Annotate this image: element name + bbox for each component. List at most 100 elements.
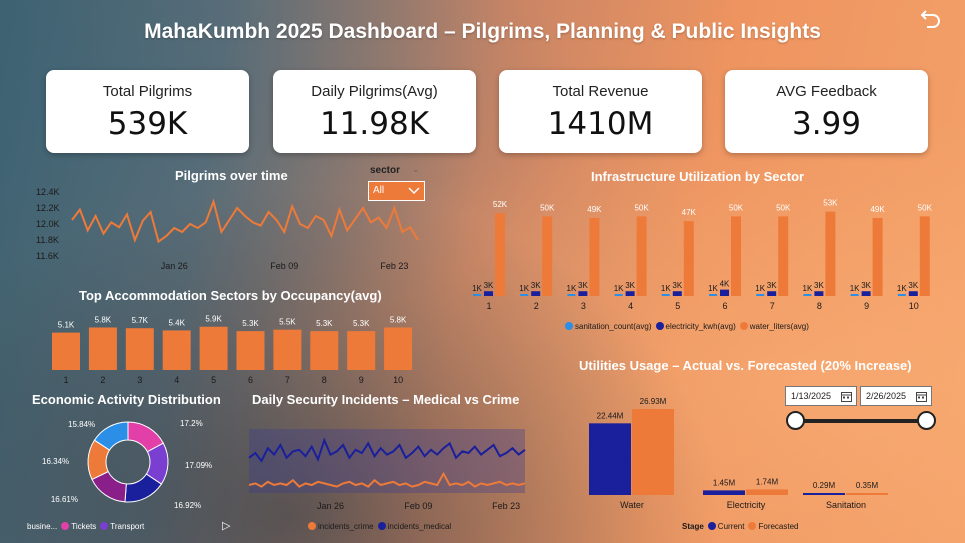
chart-title-utilities: Utilities Usage – Actual vs. Forecasted … — [579, 358, 912, 373]
sector-slicer-dropdown[interactable]: All — [368, 181, 425, 201]
infra-bar — [672, 291, 682, 296]
x-tick-label: Feb 09 — [404, 501, 432, 511]
accommodation-bar — [236, 331, 265, 370]
economic-legend: busine... Tickets Transport — [27, 522, 144, 531]
infra-bar — [567, 294, 576, 296]
infra-bar — [589, 217, 600, 296]
legend-label: incidents_crime — [318, 522, 374, 531]
play-icon[interactable]: ▷ — [222, 519, 230, 532]
bar-data-label: 4K — [720, 280, 730, 289]
bar-data-label: 5.3K — [316, 319, 333, 328]
legend-item[interactable]: Transport — [100, 522, 144, 531]
x-tick-label: 2 — [534, 301, 539, 311]
utilities-bar — [632, 409, 674, 495]
x-tick-label: Feb 09 — [270, 261, 298, 271]
infra-bar — [709, 294, 717, 296]
bar-data-label: 3K — [484, 281, 494, 290]
bar-data-label: 49K — [870, 205, 885, 214]
infra-bar — [495, 213, 505, 296]
bar-data-label: 5.5K — [279, 318, 296, 327]
legend-label: Forecasted — [758, 522, 799, 531]
kpi-label: Daily Pilgrims(Avg) — [311, 83, 438, 100]
bar-data-label: 3K — [814, 281, 824, 290]
infra-bar — [625, 291, 635, 296]
x-tick-label: 8 — [322, 375, 327, 385]
bar-data-label: 3K — [767, 281, 777, 290]
legend-label: electricity_kwh(avg) — [665, 322, 736, 331]
pilgrims-series-line — [71, 198, 419, 244]
utilities-bar — [703, 490, 745, 495]
x-tick-label: Electricity — [727, 500, 766, 510]
kpi-card-avg-feedback: AVG Feedback 3.99 — [725, 70, 928, 153]
legend-label: Current — [717, 522, 745, 531]
infra-bar — [720, 289, 729, 296]
start-date-value: 1/13/2025 — [791, 391, 832, 401]
x-tick-label: Sanitation — [826, 500, 866, 510]
bar-data-label: 3K — [578, 281, 588, 290]
bar-data-label: 5.7K — [132, 316, 149, 325]
kpi-label: Total Pilgrims — [102, 83, 193, 100]
slice-data-label: 17.2% — [180, 419, 203, 428]
bar-data-label: 47K — [682, 208, 697, 217]
utilities-bar — [589, 423, 631, 495]
bar-data-label: 50K — [729, 203, 744, 212]
x-tick-label: 1 — [486, 301, 491, 311]
x-tick-label: 6 — [722, 301, 727, 311]
bar-data-label: 1K — [850, 284, 860, 293]
calendar-icon[interactable] — [916, 391, 927, 402]
accommodation-occupancy-chart: 5.1K 1 5.8K 2 5.7K 3 5.4K 4 5.9K 5 5.3K 6 5.5K 7 5.3K 8… — [52, 315, 413, 385]
bar-data-label: 3K — [861, 281, 871, 290]
legend-item[interactable]: electricity_kwh(avg) — [655, 322, 736, 331]
kpi-card-total-revenue: Total Revenue 1410M — [499, 70, 702, 153]
chart-title-infrastructure: Infrastructure Utilization by Sector — [591, 169, 805, 184]
kpi-label: Total Revenue — [552, 83, 649, 100]
sector-slicer-label: sector — [370, 165, 401, 176]
accommodation-bar — [384, 327, 413, 370]
x-tick-label: 10 — [393, 375, 403, 385]
legend-item[interactable]: Tickets — [61, 522, 96, 531]
infra-bar — [731, 216, 741, 296]
infra-bar — [908, 291, 918, 296]
utilities-bar — [746, 489, 788, 495]
legend-item[interactable]: Forecasted — [748, 522, 799, 531]
bar-data-label: 52K — [493, 200, 508, 209]
infra-bar — [542, 216, 553, 296]
legend-item[interactable]: incidents_crime — [308, 522, 374, 531]
x-tick-label: 5 — [675, 301, 680, 311]
date-range-slider-track[interactable] — [796, 419, 926, 423]
legend-item[interactable]: water_liters(avg) — [739, 322, 809, 331]
bar-data-label: 1K — [755, 284, 765, 293]
bar-data-label: 1K — [661, 284, 671, 293]
infra-bar — [636, 216, 647, 296]
infra-bar — [778, 216, 789, 296]
legend-label: water_liters(avg) — [749, 322, 809, 331]
legend-item[interactable]: sanitation_count(avg) — [565, 322, 652, 331]
kpi-label: AVG Feedback — [776, 83, 877, 100]
legend-item[interactable]: incidents_medical — [377, 522, 452, 531]
bar-data-label: 1.45M — [713, 478, 736, 487]
calendar-icon[interactable] — [841, 391, 852, 402]
bar-data-label: 22.44M — [597, 411, 624, 420]
legend-label: sanitation_count(avg) — [575, 322, 652, 331]
bar-data-label: 3K — [908, 281, 918, 290]
bar-data-label: 1K — [897, 284, 907, 293]
legend-label: incidents_medical — [387, 522, 452, 531]
slice-data-label: 16.34% — [42, 457, 69, 466]
infra-legend: sanitation_count(avg) electricity_kwh(av… — [565, 322, 809, 331]
utilities-bar — [803, 493, 845, 495]
legend-item[interactable]: Current — [707, 522, 745, 531]
accommodation-bar — [52, 332, 80, 370]
bar-data-label: 3K — [625, 281, 635, 290]
back-arrow-icon[interactable] — [919, 6, 943, 30]
infra-bar — [661, 294, 670, 296]
accommodation-bar — [125, 328, 154, 370]
bar-data-label: 50K — [540, 203, 555, 212]
x-tick-label: 5 — [211, 375, 216, 385]
date-range-end-handle[interactable] — [917, 411, 936, 430]
legend-title: Stage — [682, 522, 704, 531]
bar-data-label: 1K — [472, 284, 482, 293]
date-range-start-handle[interactable] — [786, 411, 805, 430]
start-date-input[interactable]: 1/13/2025 — [785, 386, 857, 406]
chevron-down-icon[interactable]: ⌄ — [412, 164, 420, 175]
end-date-input[interactable]: 2/26/2025 — [860, 386, 932, 406]
